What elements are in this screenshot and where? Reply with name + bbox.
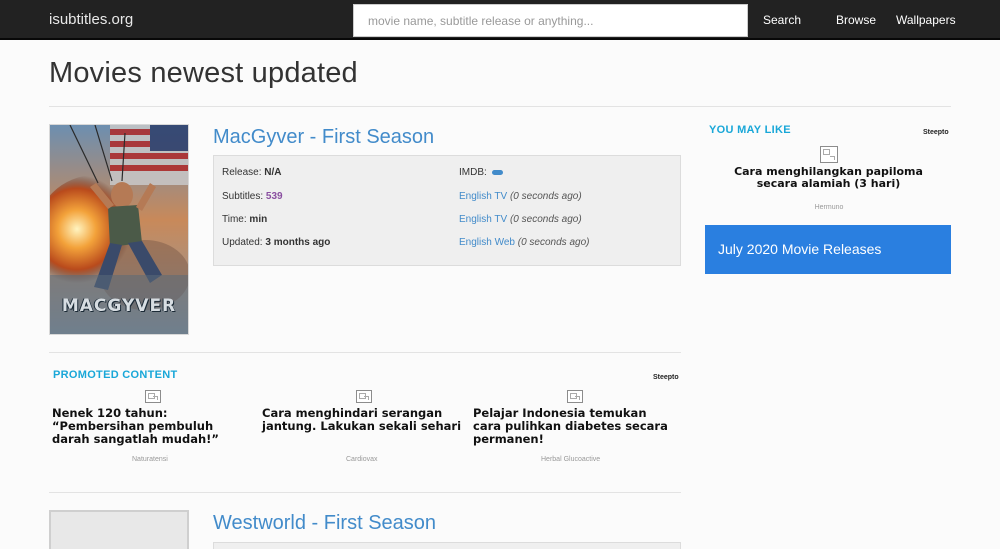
movie-poster-westworld[interactable] [49, 510, 189, 549]
page-title: Movies newest updated [49, 57, 358, 89]
image-placeholder-icon[interactable] [820, 146, 838, 163]
imdb-rating-badge[interactable] [491, 169, 503, 175]
updated-label: Updated: [222, 237, 263, 248]
subtitle-time: (0 seconds ago) [509, 214, 582, 225]
search-button[interactable]: Search [763, 13, 801, 27]
subtitle-time: (0 seconds ago) [509, 191, 582, 202]
poster-title-text: MACGYVER [61, 296, 177, 316]
subtitle-link[interactable]: English Web [459, 237, 515, 248]
time-value: min [249, 214, 268, 225]
sidebar-item-title[interactable]: Cara menghilangkan papiloma secara alami… [712, 166, 945, 190]
promo-item-title[interactable]: Cara menghindari serangan jantung. Lakuk… [262, 407, 462, 433]
subtitle-entry: English TV (0 seconds ago) [459, 214, 582, 225]
movie-poster-macgyver[interactable]: MACGYVER [49, 124, 189, 335]
promo-item-title[interactable]: Nenek 120 tahun: “Pembersihan pembuluh d… [52, 407, 252, 446]
image-placeholder-icon[interactable] [145, 390, 161, 403]
movie-info-box: Release: N/A Subtitles: 539 Time: min Up… [213, 155, 681, 266]
updated-value: 3 months ago [265, 237, 331, 248]
time-field: Time: min [222, 214, 267, 225]
release-field: Release: N/A [222, 167, 281, 178]
promo-item-source: Cardiovax [346, 456, 378, 463]
image-placeholder-icon[interactable] [356, 390, 372, 403]
promo-item-title[interactable]: Pelajar Indonesia temukan cara pulihkan … [473, 407, 678, 446]
release-label: Release: [222, 167, 262, 178]
image-placeholder-icon[interactable] [567, 390, 583, 403]
subtitles-count: 539 [265, 191, 283, 202]
search-input[interactable] [353, 4, 748, 37]
movie-title-link[interactable]: MacGyver - First Season [213, 126, 434, 149]
subtitle-time: (0 seconds ago) [517, 237, 590, 248]
section-divider [49, 492, 681, 493]
navbar: isubtitles.org Search Browse Wallpapers [0, 0, 1000, 40]
subtitles-field: Subtitles: 539 [222, 191, 283, 202]
imdb-label: IMDB: [459, 167, 487, 178]
title-divider [49, 106, 951, 107]
movie-info-box [213, 542, 681, 549]
july-releases-banner[interactable]: July 2020 Movie Releases [705, 225, 951, 274]
sidebar-item-source: Hermuno [814, 204, 844, 211]
promo-item-source: Herbal Glucoactive [541, 456, 601, 463]
release-value: N/A [264, 167, 282, 178]
time-label: Time: [222, 214, 247, 225]
nav-wallpapers-link[interactable]: Wallpapers [896, 13, 956, 27]
subtitle-link[interactable]: English TV [459, 214, 507, 225]
subtitle-entry: English TV (0 seconds ago) [459, 191, 582, 202]
subtitle-link[interactable]: English TV [459, 191, 507, 202]
promo-item-source: Naturatensi [132, 456, 168, 463]
movie-title-link[interactable]: Westworld - First Season [213, 512, 436, 535]
updated-field: Updated: 3 months ago [222, 237, 330, 248]
movie-divider [49, 352, 681, 353]
site-logo-link[interactable]: isubtitles.org [49, 11, 133, 28]
sidebar-provider-label[interactable]: Steepto [923, 129, 949, 136]
imdb-field: IMDB: [459, 167, 503, 178]
promo-provider-label[interactable]: Steepto [653, 374, 679, 381]
you-may-like-heading: YOU MAY LIKE [709, 124, 791, 136]
subtitle-entry: English Web (0 seconds ago) [459, 237, 589, 248]
nav-browse-link[interactable]: Browse [836, 13, 876, 27]
promoted-heading: PROMOTED CONTENT [53, 369, 178, 381]
subtitles-label: Subtitles: [222, 191, 264, 202]
